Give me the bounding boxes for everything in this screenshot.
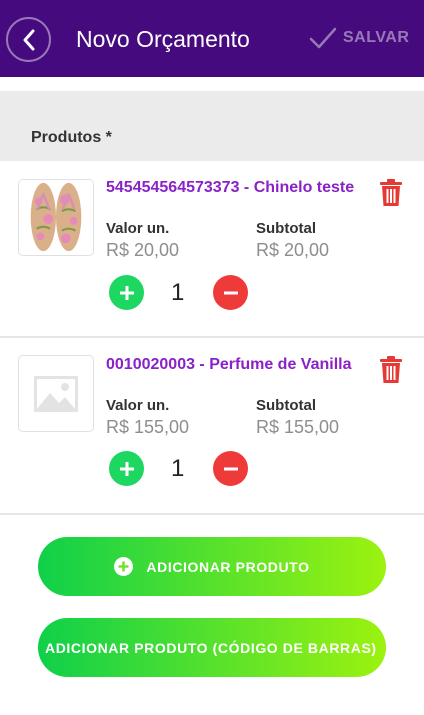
save-button[interactable]: SALVAR	[309, 26, 409, 50]
product-item: 545454564573373 - Chinelo teste Valor un…	[0, 161, 424, 338]
minus-icon	[223, 467, 238, 470]
product-name[interactable]: 0010020003 - Perfume de Vanilla	[106, 356, 351, 374]
add-product-label: ADICIONAR PRODUTO	[146, 558, 310, 575]
quantity-value: 1	[171, 279, 185, 306]
add-circle-icon	[114, 557, 134, 576]
app-header: Novo Orçamento SALVAR	[0, 0, 424, 77]
decrease-quantity-button[interactable]	[213, 451, 248, 486]
subtotal-label: Subtotal	[256, 220, 316, 237]
quantity-value: 1	[171, 455, 185, 482]
image-placeholder-icon	[34, 375, 78, 412]
product-item: 0010020003 - Perfume de Vanilla Valor un…	[0, 338, 424, 515]
increase-quantity-button[interactable]	[109, 275, 144, 310]
checkmark-icon	[309, 27, 337, 49]
add-product-button[interactable]: ADICIONAR PRODUTO	[38, 537, 386, 596]
add-product-barcode-label: ADICIONAR PRODUTO (CÓDIGO DE BARRAS)	[45, 639, 377, 656]
back-button[interactable]	[6, 17, 51, 62]
product-name[interactable]: 545454564573373 - Chinelo teste	[106, 179, 354, 197]
increase-quantity-button[interactable]	[109, 451, 144, 486]
unit-price-label: Valor un.	[106, 220, 170, 237]
subtotal-label: Subtotal	[256, 397, 316, 414]
flip-flop-photo	[19, 180, 93, 255]
trash-icon[interactable]	[379, 179, 403, 207]
chevron-left-icon	[23, 29, 34, 50]
header-spacer	[0, 77, 424, 91]
plus-icon	[119, 285, 134, 300]
product-thumbnail[interactable]	[18, 179, 94, 256]
subtotal-value: R$ 155,00	[256, 417, 340, 437]
save-label: SALVAR	[343, 29, 410, 46]
products-section-header	[0, 91, 424, 161]
unit-price-value: R$ 155,00	[106, 417, 190, 437]
page-title: Novo Orçamento	[76, 26, 250, 52]
unit-price-label: Valor un.	[106, 397, 170, 414]
subtotal-value: R$ 20,00	[256, 240, 330, 260]
add-product-barcode-button[interactable]: ADICIONAR PRODUTO (CÓDIGO DE BARRAS)	[38, 618, 386, 677]
product-thumbnail[interactable]	[18, 355, 94, 432]
minus-icon	[223, 291, 238, 294]
products-section-title: Produtos *	[31, 129, 112, 146]
unit-price-value: R$ 20,00	[106, 240, 180, 260]
decrease-quantity-button[interactable]	[213, 275, 248, 310]
trash-icon[interactable]	[379, 356, 403, 384]
plus-icon	[119, 461, 134, 476]
